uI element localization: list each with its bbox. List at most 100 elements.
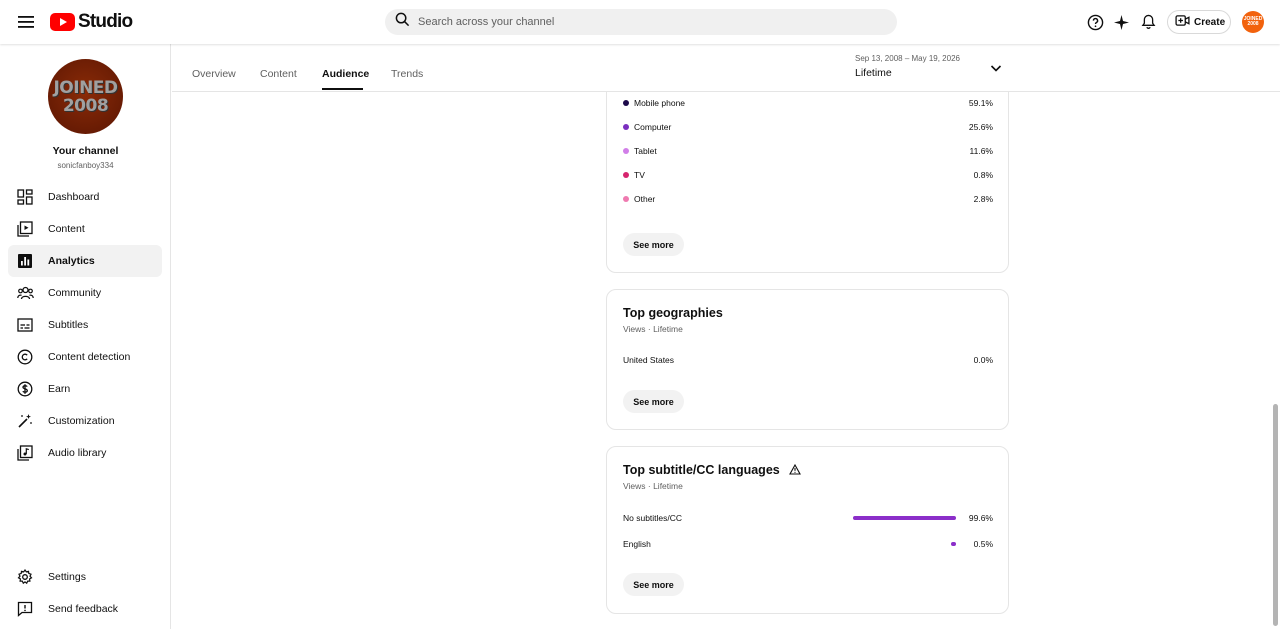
card-title: Top subtitle/CC languages [623, 463, 802, 478]
channel-handle: sonicfanboy334 [57, 161, 114, 170]
device-value: 25.6% [968, 122, 993, 132]
account-avatar-text: JOINED 2008 [1243, 16, 1263, 27]
list-item: Tablet 11.6% [623, 145, 993, 159]
youtube-play-icon [50, 13, 75, 31]
top-bar: Studio Create JOINED 2008 [0, 0, 1280, 44]
sidebar-item-customization[interactable]: Customization [8, 405, 162, 437]
device-value: 11.6% [969, 146, 993, 156]
channel-avatar[interactable]: JOINED 2008 [48, 59, 123, 134]
date-range-label[interactable]: Lifetime [855, 67, 892, 79]
card-subtitle: Views · Lifetime [623, 481, 683, 491]
device-value: 2.8% [973, 194, 993, 204]
create-video-icon [1175, 15, 1190, 29]
create-button[interactable]: Create [1167, 10, 1231, 34]
sidebar-item-label: Community [48, 287, 102, 299]
device-label: Computer [634, 122, 672, 132]
search-icon[interactable] [395, 12, 410, 32]
share-bar [951, 542, 956, 546]
sidebar-item-label: Analytics [48, 255, 95, 267]
account-avatar[interactable]: JOINED 2008 [1242, 11, 1264, 33]
sidebar-item-label: Send feedback [48, 603, 119, 615]
card-title-text: Top subtitle/CC languages [623, 463, 780, 477]
subtitles-icon [16, 316, 34, 334]
device-label: TV [634, 170, 645, 180]
sparkle-icon[interactable] [1110, 11, 1132, 33]
tab-audience[interactable]: Audience [322, 68, 369, 80]
help-icon[interactable] [1084, 11, 1106, 33]
page-scrollbar-thumb[interactable] [1273, 404, 1278, 626]
dollar-icon [16, 380, 34, 398]
geography-label: United States [623, 355, 675, 365]
legend-dot [623, 124, 629, 130]
sidebar-item-content-detection[interactable]: Content detection [8, 341, 162, 373]
device-type-card: Mobile phone 59.1% Computer 25.6% Tablet… [606, 70, 1009, 273]
legend-dot [623, 100, 629, 106]
sidebar-item-send-feedback[interactable]: Send feedback [8, 593, 162, 625]
device-label: Other [634, 194, 656, 204]
sidebar-item-subtitles[interactable]: Subtitles [8, 309, 162, 341]
sidebar: JOINED 2008 Your channel sonicfanboy334 … [0, 44, 171, 629]
list-item: United States 0.0% [623, 354, 993, 368]
sidebar-item-label: Dashboard [48, 191, 100, 203]
legend-dot [623, 148, 629, 154]
sidebar-item-label: Content [48, 223, 85, 235]
sidebar-item-earn[interactable]: Earn [8, 373, 162, 405]
magic-wand-icon [16, 412, 34, 430]
chevron-down-icon[interactable] [989, 61, 1003, 75]
menu-icon[interactable] [14, 10, 38, 34]
list-item: Other 2.8% [623, 193, 993, 207]
see-more-button[interactable]: See more [623, 233, 684, 256]
studio-brand-text: Studio [78, 11, 133, 32]
search-input[interactable] [418, 16, 858, 28]
language-value: 99.6% [968, 513, 993, 523]
card-subtitle: Views · Lifetime [623, 324, 683, 334]
studio-logo[interactable]: Studio [50, 11, 133, 33]
sidebar-item-community[interactable]: Community [8, 277, 162, 309]
sidebar-item-label: Subtitles [48, 319, 89, 331]
tab-content[interactable]: Content [260, 68, 297, 80]
list-item: Computer 25.6% [623, 121, 993, 135]
channel-avatar-line1: JOINED [53, 77, 118, 98]
channel-avatar-line2: 2008 [62, 95, 109, 116]
notifications-bell-icon[interactable] [1137, 11, 1159, 33]
share-bar [853, 516, 956, 520]
list-item: English 0.5% [623, 538, 993, 552]
content-icon [16, 220, 34, 238]
active-tab-indicator [322, 88, 363, 90]
tab-trends[interactable]: Trends [391, 68, 423, 80]
list-item: Mobile phone 59.1% [623, 97, 993, 111]
sidebar-item-audio-library[interactable]: Audio library [8, 437, 162, 469]
see-more-button[interactable]: See more [623, 390, 684, 413]
dashboard-icon [16, 188, 34, 206]
language-label: No subtitles/CC [623, 513, 683, 523]
tab-overview[interactable]: Overview [192, 68, 236, 80]
sidebar-item-label: Audio library [48, 447, 107, 459]
gear-icon [16, 568, 34, 586]
community-icon [16, 284, 34, 302]
sidebar-item-label: Content detection [48, 351, 131, 363]
see-more-button[interactable]: See more [623, 573, 684, 596]
legend-dot [623, 196, 629, 202]
top-geographies-card: Top geographies Views · Lifetime United … [606, 289, 1009, 430]
list-item: TV 0.8% [623, 169, 993, 183]
sidebar-item-settings[interactable]: Settings [8, 561, 162, 593]
sidebar-item-content[interactable]: Content [8, 213, 162, 245]
date-range-text[interactable]: Sep 13, 2008 – May 19, 2026 [855, 54, 960, 63]
create-button-label: Create [1194, 16, 1226, 28]
language-label: English [623, 539, 651, 549]
sidebar-item-analytics[interactable]: Analytics [8, 245, 162, 277]
sidebar-item-label: Earn [48, 383, 71, 395]
card-title: Top geographies [623, 306, 723, 320]
top-subtitle-languages-card: Top subtitle/CC languages Views · Lifeti… [606, 446, 1009, 614]
device-value: 59.1% [968, 98, 993, 108]
warning-icon[interactable] [789, 463, 802, 478]
list-item: No subtitles/CC 99.6% [623, 512, 993, 526]
device-value: 0.8% [973, 170, 993, 180]
language-value: 0.5% [973, 539, 993, 549]
audio-library-icon [16, 444, 34, 462]
search-bar[interactable] [385, 9, 897, 35]
sidebar-item-dashboard[interactable]: Dashboard [8, 181, 162, 213]
analytics-icon [16, 252, 34, 270]
feedback-icon [16, 600, 34, 618]
sidebar-item-label: Customization [48, 415, 115, 427]
